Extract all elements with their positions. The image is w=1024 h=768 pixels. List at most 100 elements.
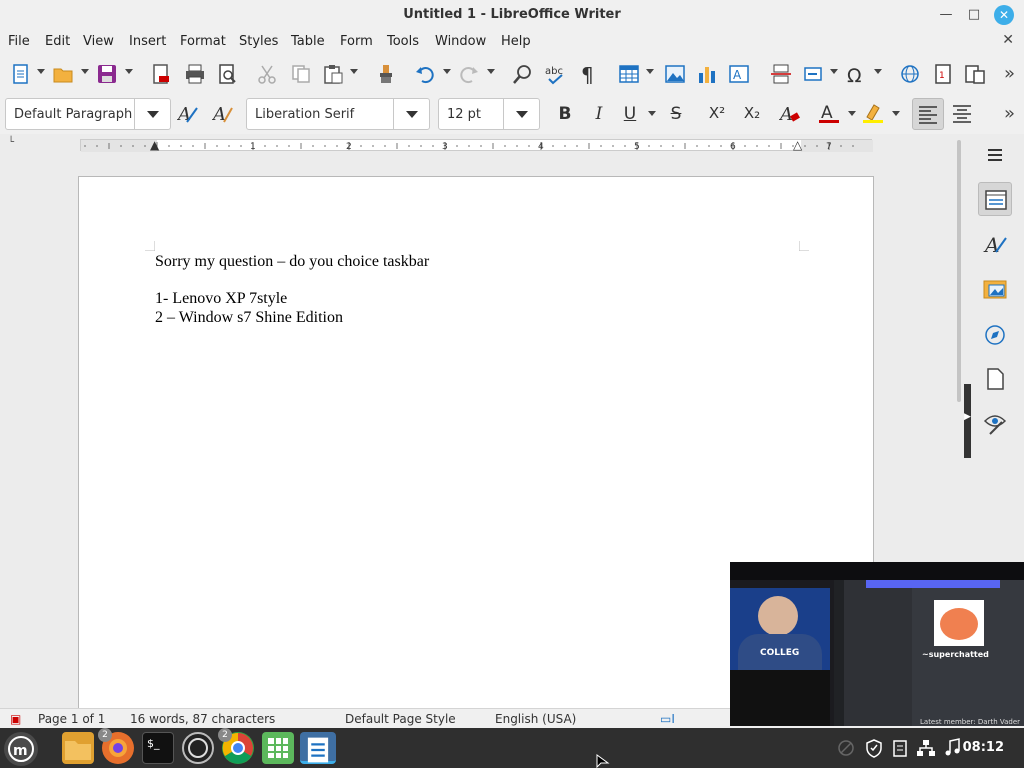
print-icon[interactable] <box>184 63 206 85</box>
menu-format[interactable]: Format <box>180 34 226 49</box>
maximize-button[interactable]: □ <box>964 5 984 25</box>
sidebar-menu-icon[interactable] <box>978 138 1012 172</box>
scrollbar-thumb[interactable] <box>957 140 961 402</box>
insert-field-icon[interactable] <box>803 63 825 85</box>
close-window-button[interactable]: ✕ <box>994 5 1014 25</box>
menu-file[interactable]: File <box>8 34 30 49</box>
close-document-icon[interactable]: ✕ <box>1002 32 1014 48</box>
gallery-icon[interactable] <box>978 272 1012 306</box>
chevron-right-icon[interactable]: » <box>1004 103 1024 125</box>
insert-table-icon[interactable] <box>618 63 640 85</box>
clipboard-icon[interactable] <box>890 738 910 758</box>
sidebar-collapse-handle[interactable]: ▶ <box>964 384 971 458</box>
italic-button[interactable]: I <box>588 104 610 124</box>
document-modified-icon[interactable]: ▣ <box>10 712 21 726</box>
underline-button[interactable]: U <box>619 104 641 124</box>
calc-icon[interactable] <box>262 732 294 764</box>
new-style-icon[interactable]: A <box>211 102 234 125</box>
update-style-icon[interactable]: A <box>176 102 199 125</box>
chevron-down-icon[interactable] <box>487 69 495 74</box>
page-break-icon[interactable] <box>770 63 792 85</box>
print-preview-icon[interactable] <box>216 63 238 85</box>
minimize-button[interactable]: — <box>936 5 956 25</box>
document-line[interactable]: 2 – Window s7 Shine Edition <box>155 309 343 327</box>
menu-tools[interactable]: Tools <box>387 34 419 49</box>
font-name-combo[interactable]: Liberation Serif <box>246 98 430 130</box>
style-inspector-icon[interactable] <box>978 406 1012 440</box>
strikethrough-button[interactable]: S <box>665 104 687 124</box>
chevron-down-icon[interactable] <box>848 111 856 116</box>
properties-icon[interactable] <box>978 182 1012 216</box>
menu-help[interactable]: Help <box>501 34 531 49</box>
mint-menu-icon[interactable]: m <box>4 732 38 766</box>
terminal-icon[interactable]: $_ <box>142 732 174 764</box>
highlight-color-icon[interactable] <box>862 102 884 124</box>
page-icon[interactable] <box>978 362 1012 396</box>
styles-icon[interactable]: A <box>978 226 1012 260</box>
insert-chart-icon[interactable] <box>696 63 718 85</box>
selection-mode-icon[interactable]: ▭I <box>660 712 675 726</box>
comment-icon[interactable] <box>964 63 986 85</box>
menu-form[interactable]: Form <box>340 34 373 49</box>
find-replace-icon[interactable] <box>512 63 534 85</box>
align-center-button[interactable] <box>951 103 973 125</box>
horizontal-ruler[interactable]: 1 2 3 4 5 6 7 ▲ △ <box>80 138 873 152</box>
files-icon[interactable] <box>62 732 94 764</box>
chevron-down-icon[interactable] <box>503 99 539 129</box>
chevron-right-icon[interactable]: » <box>1004 63 1024 85</box>
save-icon[interactable] <box>96 63 118 85</box>
chevron-down-icon[interactable] <box>892 111 900 116</box>
language[interactable]: English (USA) <box>495 712 576 726</box>
writer-icon[interactable] <box>300 732 336 764</box>
chevron-down-icon[interactable] <box>125 69 133 74</box>
paragraph-style-combo[interactable]: Default Paragraph <box>5 98 171 130</box>
chevron-down-icon[interactable] <box>648 111 656 116</box>
chevron-down-icon[interactable] <box>646 69 654 74</box>
hyperlink-icon[interactable] <box>899 63 921 85</box>
menu-table[interactable]: Table <box>291 34 325 49</box>
font-size-combo[interactable]: 12 pt <box>438 98 540 130</box>
menu-edit[interactable]: Edit <box>45 34 70 49</box>
chevron-down-icon[interactable] <box>393 99 429 129</box>
special-character-icon[interactable]: Ω <box>846 63 868 87</box>
sound-icon[interactable] <box>942 738 962 758</box>
font-color-icon[interactable]: A <box>818 102 840 124</box>
menu-window[interactable]: Window <box>435 34 486 49</box>
picture-in-picture-video[interactable]: COLLEG ~superchatted Latest member: Dart… <box>730 562 1024 726</box>
document-line[interactable]: 1- Lenovo XP 7style <box>155 290 287 308</box>
document-line[interactable]: Sorry my question – do you choice taskba… <box>155 253 429 271</box>
chevron-down-icon[interactable] <box>443 69 451 74</box>
firefox-icon[interactable]: 2 <box>98 728 134 764</box>
undo-icon[interactable] <box>414 63 436 85</box>
chevron-down-icon[interactable] <box>874 69 882 74</box>
obs-icon[interactable] <box>182 732 214 764</box>
chrome-icon[interactable]: 2 <box>218 728 254 764</box>
menu-styles[interactable]: Styles <box>239 34 278 49</box>
superscript-button[interactable]: X² <box>702 104 732 122</box>
open-folder-icon[interactable] <box>52 63 74 85</box>
copy-icon[interactable] <box>290 63 312 85</box>
chevron-down-icon[interactable] <box>830 69 838 74</box>
chevron-down-icon[interactable] <box>37 69 45 74</box>
insert-image-icon[interactable] <box>664 63 686 85</box>
spelling-icon[interactable]: abc <box>544 63 566 85</box>
clone-formatting-icon[interactable] <box>375 63 397 85</box>
page-count[interactable]: Page 1 of 1 <box>38 712 105 726</box>
bold-button[interactable]: B <box>554 104 576 124</box>
insert-textbox-icon[interactable]: A <box>728 63 750 85</box>
paste-icon[interactable] <box>322 63 344 85</box>
export-pdf-icon[interactable] <box>150 63 172 85</box>
chevron-down-icon[interactable] <box>350 69 358 74</box>
menu-insert[interactable]: Insert <box>129 34 166 49</box>
formatting-marks-icon[interactable]: ¶ <box>578 63 600 87</box>
menu-view[interactable]: View <box>83 34 114 49</box>
chevron-down-icon[interactable] <box>81 69 89 74</box>
redo-icon[interactable] <box>458 63 480 85</box>
navigator-icon[interactable] <box>978 318 1012 352</box>
align-left-button[interactable] <box>912 98 944 130</box>
cut-icon[interactable] <box>256 63 278 85</box>
word-count[interactable]: 16 words, 87 characters <box>130 712 275 726</box>
right-indent-marker[interactable]: △ <box>793 138 802 152</box>
network-icon[interactable] <box>916 738 936 758</box>
footnote-icon[interactable]: 1 <box>932 63 954 85</box>
